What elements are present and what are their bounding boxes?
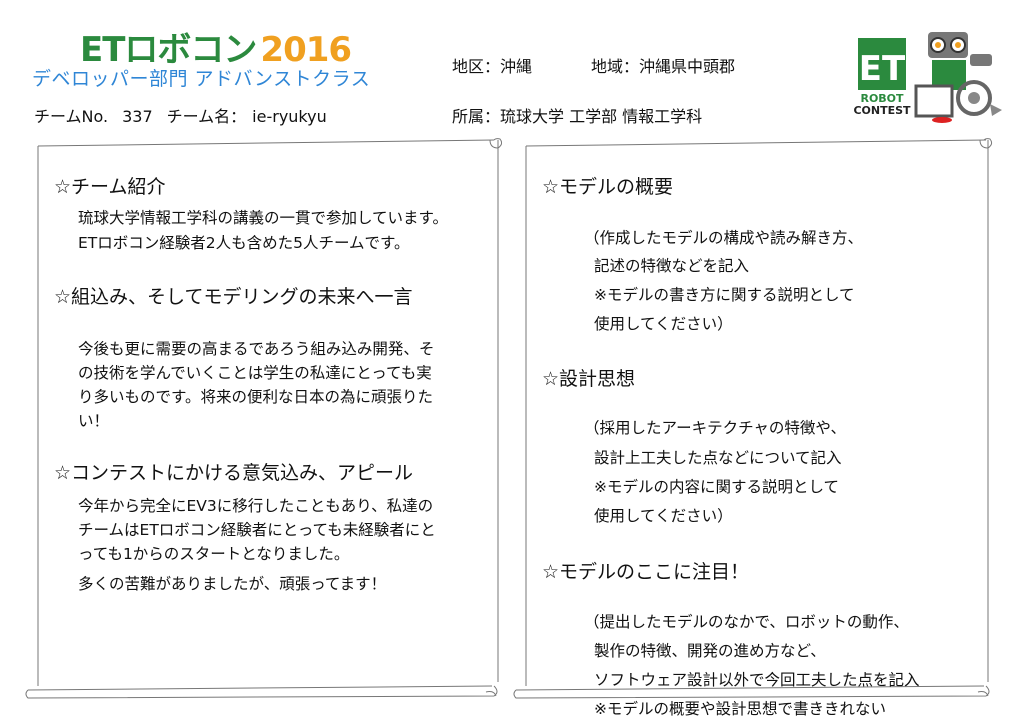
body-line: 記述の特徴などを記入 bbox=[594, 257, 750, 275]
body-line: 今年から完全にEV3に移行したこともあり、私達の bbox=[78, 497, 434, 515]
body-line: っても1からのスタートとなりました。 bbox=[78, 545, 350, 563]
robot-contest-badge: ET ROBOT CONTEST bbox=[852, 24, 1004, 128]
body-line: 製作の特徴、開発の進め方など、 bbox=[594, 642, 826, 660]
team-name-value: ie-ryukyu bbox=[252, 107, 327, 126]
district: 地区：沖縄 bbox=[452, 57, 533, 76]
body-line: ※モデルの概要や設計思想で書ききれない bbox=[594, 700, 886, 718]
body-line: 使用してください） bbox=[594, 507, 733, 525]
model-overview-title: ☆モデルの概要 bbox=[542, 176, 674, 198]
model-highlight-title: ☆モデルのここに注目！ bbox=[542, 561, 750, 583]
body-line: い！ bbox=[78, 412, 110, 430]
body-line: ETロボコン経験者2人も含めた5人チームです。 bbox=[78, 234, 410, 252]
body-line: 多くの苦難がありましたが、頑張ってます！ bbox=[78, 575, 387, 593]
body-line: ※モデルの内容に関する説明として bbox=[594, 478, 840, 496]
body-line: 琉球大学情報工学科の講義の一貫で参加しています。 bbox=[78, 209, 448, 227]
body-line: ※モデルの書き方に関する説明として bbox=[594, 286, 855, 304]
body-line: （作成したモデルの構成や読み解き方、 bbox=[584, 229, 864, 247]
body-line: 今後も更に需要の高まるであろう組み込み開発、そ bbox=[78, 340, 435, 358]
body-line: ソフトウェア設計以外で今回工夫した点を記入 bbox=[594, 671, 920, 689]
robot-logo-icon: ET ROBOT CONTEST bbox=[853, 32, 1002, 123]
body-line: （採用したアーキテクチャの特徴や、 bbox=[584, 419, 846, 437]
body-line: （提出したモデルのなかで、ロボットの動作、 bbox=[584, 613, 909, 631]
region: 地域：沖縄県中頭郡 bbox=[591, 57, 736, 76]
future-comment-title: ☆組込み、そしてモデリングの未来へ一言 bbox=[54, 286, 413, 308]
design-concept-title: ☆設計思想 bbox=[542, 368, 636, 390]
team-intro-title: ☆チーム紹介 bbox=[54, 176, 166, 198]
team-no-label: チームNo. bbox=[34, 107, 109, 126]
team-info: チームNo. 337 チーム名： ie-ryukyu bbox=[34, 103, 327, 127]
body-line: の技術を学んでいくことは学生の私達にとっても実 bbox=[78, 364, 432, 382]
body-line: 設計上工夫した点などについて記入 bbox=[594, 449, 842, 467]
body-line: り多いものです。将来の便利な日本の為に頑張りた bbox=[78, 388, 433, 406]
badge-line2: CONTEST bbox=[853, 104, 911, 117]
division-subtitle: デベロッパー部門 アドバンストクラス bbox=[32, 68, 371, 90]
appeal-title: ☆コンテストにかける意気込み、アピール bbox=[54, 462, 414, 484]
body-line: 使用してください） bbox=[594, 315, 733, 333]
team-name-label: チーム名： bbox=[166, 107, 247, 126]
body-line: チームはETロボコン経験者にとっても未経験者にと bbox=[78, 521, 436, 539]
affiliation: 所属：琉球大学 工学部 情報工学科 bbox=[452, 107, 703, 126]
badge-et-text: ET bbox=[859, 49, 906, 89]
team-no-value: 337 bbox=[122, 107, 153, 126]
